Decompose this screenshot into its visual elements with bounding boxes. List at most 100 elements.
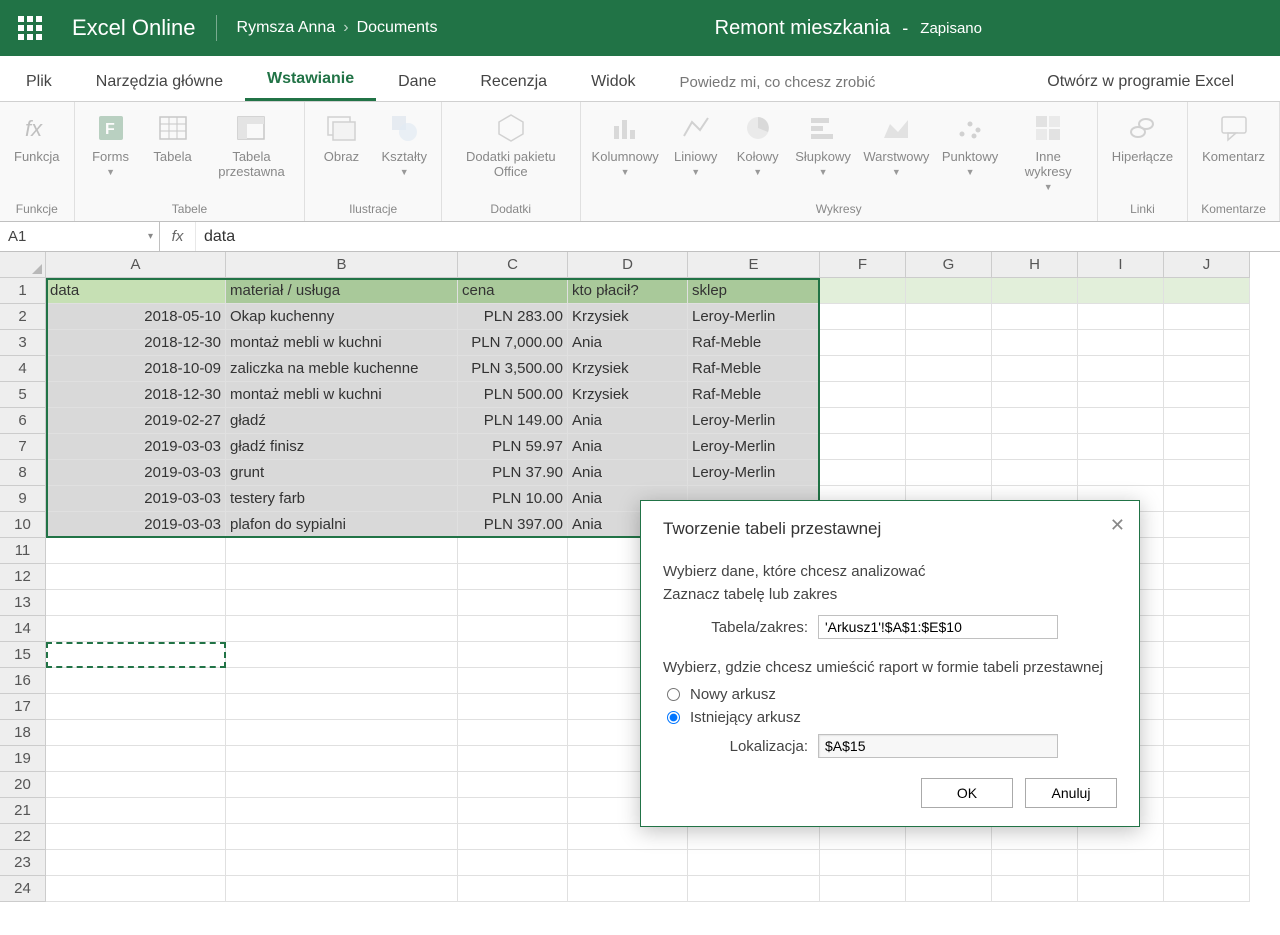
cell-D5[interactable]: Krzysiek (568, 382, 688, 408)
cell-G4[interactable] (906, 356, 992, 382)
ribbon-komentarz[interactable]: Komentarz (1196, 106, 1271, 169)
cell-G5[interactable] (906, 382, 992, 408)
cell-C14[interactable] (458, 616, 568, 642)
ribbon-punktowy[interactable]: Punktowy▼ (938, 106, 1001, 181)
cell-J17[interactable] (1164, 694, 1250, 720)
cell-I5[interactable] (1078, 382, 1164, 408)
cell-B14[interactable] (226, 616, 458, 642)
column-header-B[interactable]: B (226, 252, 458, 278)
column-header-G[interactable]: G (906, 252, 992, 278)
cell-G24[interactable] (906, 876, 992, 902)
cell-J9[interactable] (1164, 486, 1250, 512)
cell-C7[interactable]: PLN 59.97 (458, 434, 568, 460)
cell-J18[interactable] (1164, 720, 1250, 746)
ribbon-forms[interactable]: FForms▼ (83, 106, 139, 181)
cell-E4[interactable]: Raf-Meble (688, 356, 820, 382)
column-header-D[interactable]: D (568, 252, 688, 278)
cell-A14[interactable] (46, 616, 226, 642)
tab-narzędzia-główne[interactable]: Narzędzia główne (74, 61, 245, 101)
cell-A10[interactable]: 2019-03-03 (46, 512, 226, 538)
cell-D22[interactable] (568, 824, 688, 850)
cell-B15[interactable] (226, 642, 458, 668)
cell-I4[interactable] (1078, 356, 1164, 382)
cell-J7[interactable] (1164, 434, 1250, 460)
row-header-23[interactable]: 23 (0, 850, 46, 876)
cell-F4[interactable] (820, 356, 906, 382)
cell-B11[interactable] (226, 538, 458, 564)
row-header-24[interactable]: 24 (0, 876, 46, 902)
cell-C17[interactable] (458, 694, 568, 720)
cell-D6[interactable]: Ania (568, 408, 688, 434)
cell-E5[interactable]: Raf-Meble (688, 382, 820, 408)
cell-F3[interactable] (820, 330, 906, 356)
cell-A18[interactable] (46, 720, 226, 746)
column-header-J[interactable]: J (1164, 252, 1250, 278)
row-header-15[interactable]: 15 (0, 642, 46, 668)
cell-E1[interactable]: sklep (688, 278, 820, 304)
cell-A1[interactable]: data (46, 278, 226, 304)
row-header-22[interactable]: 22 (0, 824, 46, 850)
cell-B1[interactable]: materiał / usługa (226, 278, 458, 304)
cell-I7[interactable] (1078, 434, 1164, 460)
cell-D24[interactable] (568, 876, 688, 902)
table-range-input[interactable] (818, 615, 1058, 639)
cell-B19[interactable] (226, 746, 458, 772)
cancel-button[interactable]: Anuluj (1025, 778, 1117, 808)
cell-F2[interactable] (820, 304, 906, 330)
cell-B7[interactable]: gładź finisz (226, 434, 458, 460)
cell-C11[interactable] (458, 538, 568, 564)
ribbon-dodatki-pakietu-office[interactable]: Dodatki pakietu Office (450, 106, 572, 184)
ribbon-inne-wykresy[interactable]: Inne wykresy▼ (1008, 106, 1089, 196)
cell-B5[interactable]: montaż mebli w kuchni (226, 382, 458, 408)
cell-D23[interactable] (568, 850, 688, 876)
ribbon-kształty[interactable]: Kształty▼ (375, 106, 433, 181)
cell-D1[interactable]: kto płacił? (568, 278, 688, 304)
cell-J23[interactable] (1164, 850, 1250, 876)
cell-F6[interactable] (820, 408, 906, 434)
cell-I22[interactable] (1078, 824, 1164, 850)
cell-C5[interactable]: PLN 500.00 (458, 382, 568, 408)
cell-G22[interactable] (906, 824, 992, 850)
name-box[interactable]: A1 (0, 222, 160, 251)
row-header-12[interactable]: 12 (0, 564, 46, 590)
row-header-9[interactable]: 9 (0, 486, 46, 512)
ribbon-tabela-przestawna[interactable]: Tabela przestawna (207, 106, 297, 184)
cell-B8[interactable]: grunt (226, 460, 458, 486)
cell-G7[interactable] (906, 434, 992, 460)
cell-C22[interactable] (458, 824, 568, 850)
cell-C10[interactable]: PLN 397.00 (458, 512, 568, 538)
cell-J20[interactable] (1164, 772, 1250, 798)
cell-A9[interactable]: 2019-03-03 (46, 486, 226, 512)
cell-I6[interactable] (1078, 408, 1164, 434)
cell-A6[interactable]: 2019-02-27 (46, 408, 226, 434)
cell-B12[interactable] (226, 564, 458, 590)
cell-D4[interactable]: Krzysiek (568, 356, 688, 382)
cell-F8[interactable] (820, 460, 906, 486)
cell-A17[interactable] (46, 694, 226, 720)
app-launcher-icon[interactable] (18, 16, 42, 40)
cell-C21[interactable] (458, 798, 568, 824)
cell-J3[interactable] (1164, 330, 1250, 356)
cell-H3[interactable] (992, 330, 1078, 356)
cell-C1[interactable]: cena (458, 278, 568, 304)
cell-J16[interactable] (1164, 668, 1250, 694)
location-input[interactable] (818, 734, 1058, 758)
cell-A12[interactable] (46, 564, 226, 590)
tab-recenzja[interactable]: Recenzja (458, 61, 569, 101)
cell-B6[interactable]: gładź (226, 408, 458, 434)
breadcrumb-user[interactable]: Rymsza Anna (237, 19, 336, 37)
cell-J10[interactable] (1164, 512, 1250, 538)
cell-G23[interactable] (906, 850, 992, 876)
cell-A21[interactable] (46, 798, 226, 824)
formula-input[interactable]: data (196, 228, 1280, 246)
cell-B21[interactable] (226, 798, 458, 824)
column-header-F[interactable]: F (820, 252, 906, 278)
cell-D7[interactable]: Ania (568, 434, 688, 460)
cell-J6[interactable] (1164, 408, 1250, 434)
cell-B20[interactable] (226, 772, 458, 798)
cell-H22[interactable] (992, 824, 1078, 850)
tell-me-search[interactable]: Powiedz mi, co chcesz zrobić (658, 62, 898, 101)
row-header-16[interactable]: 16 (0, 668, 46, 694)
cell-H5[interactable] (992, 382, 1078, 408)
close-icon[interactable]: ✕ (1110, 515, 1125, 536)
